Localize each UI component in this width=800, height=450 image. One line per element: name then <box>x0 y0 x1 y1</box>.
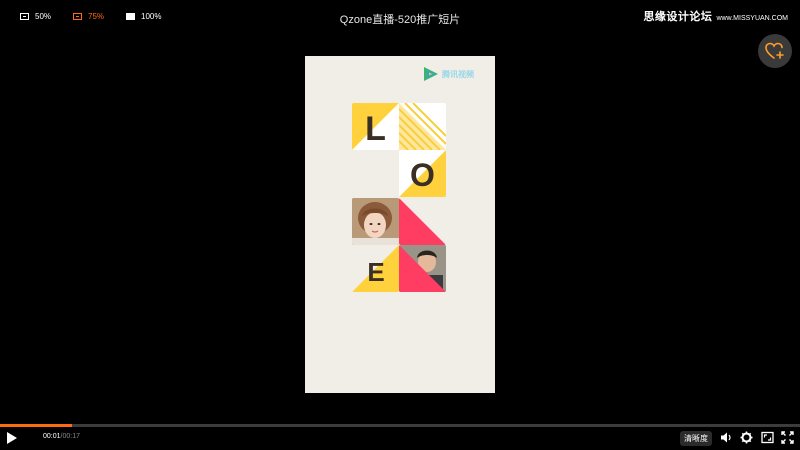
love-letter-l-tile: L <box>352 103 399 150</box>
watermark: 思缘设计论坛 www.MISSYUAN.COM <box>643 8 788 24</box>
volume-button[interactable] <box>720 431 733 444</box>
play-icon <box>7 432 17 444</box>
logo-text: 腾讯视频 <box>442 70 474 79</box>
quality-button[interactable]: 清晰度 <box>680 431 712 446</box>
play-button[interactable] <box>6 431 18 445</box>
time-display: 00:01/00:17 <box>43 433 80 440</box>
love-letter-e-tile: E <box>352 245 399 292</box>
tencent-video-logo: 腾讯视频 <box>422 65 484 83</box>
woman-photo <box>352 198 399 245</box>
letter-l: L <box>365 110 386 148</box>
striped-tile <box>399 103 446 150</box>
gear-icon <box>740 431 753 444</box>
current-time: 00:01 <box>43 433 61 440</box>
favorite-button[interactable] <box>758 34 792 68</box>
top-bar: 50% 75% 100% Qzone直播-520推广短片 思缘设计论坛 www.M… <box>0 0 800 36</box>
watermark-text: 思缘设计论坛 <box>643 11 713 23</box>
web-fullscreen-icon <box>761 431 774 444</box>
web-fullscreen-button[interactable] <box>761 431 774 444</box>
fullscreen-icon <box>781 431 794 444</box>
fullscreen-button[interactable] <box>781 431 794 444</box>
pink-triangle-tile <box>399 198 446 245</box>
duration: 00:17 <box>62 433 81 440</box>
play-logo-icon <box>424 67 438 81</box>
player-controls: 00:01/00:17 清晰度 <box>0 427 800 449</box>
watermark-url: www.MISSYUAN.COM <box>716 15 788 22</box>
letter-o: O <box>410 157 435 193</box>
love-letter-o-tile: O <box>399 150 446 197</box>
man-photo <box>399 245 446 292</box>
video-frame[interactable]: 腾讯视频 L O E <box>305 56 495 393</box>
letter-e: E <box>367 257 384 287</box>
heart-plus-icon <box>765 42 784 59</box>
settings-button[interactable] <box>740 431 753 444</box>
volume-icon <box>721 432 731 443</box>
